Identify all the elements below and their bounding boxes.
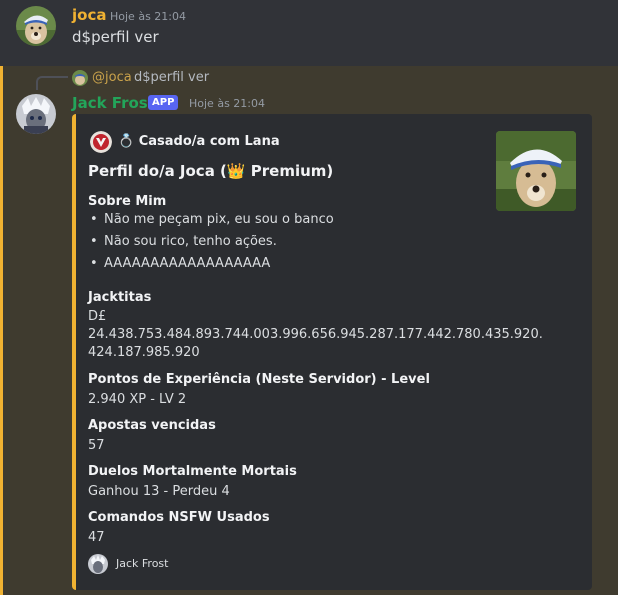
field-value: 424.187.985.920 [88,345,200,360]
reply-text[interactable]: d$perfil ver [134,70,209,85]
field-name: Apostas vencidas [88,418,216,433]
embed-title: Perfil do/a Joca (👑 Premium) [88,162,334,180]
embed-author: 💍 Casado/a com Lana [118,134,280,149]
footer-avatar-icon [88,554,108,574]
field-value: D£ [88,309,107,324]
field-name: Pontos de Experiência (Neste Servidor) -… [88,372,430,387]
field-value: Ganhou 13 - Perdeu 4 [88,484,230,499]
field-name: Jacktitas [88,290,152,305]
reply-mention[interactable]: @joca [92,70,132,85]
field-name: Duelos Mortalmente Mortais [88,464,297,479]
timestamp: Hoje às 21:04 [110,10,186,23]
list-item: AAAAAAAAAAAAAAAAAA [88,256,334,278]
bot-author-name[interactable]: Jack Frost [72,94,155,112]
field-name: Comandos NSFW Usados [88,510,270,525]
author-name[interactable]: joca [72,6,106,24]
about-title: Sobre Mim [88,194,167,209]
field-value: 2.940 XP - LV 2 [88,392,187,407]
profile-thumbnail[interactable] [496,131,576,211]
field-value: 47 [88,530,105,545]
dog-avatar-icon[interactable] [16,6,56,46]
reply-connector [36,76,68,90]
embed-footer: Jack Frost [116,557,169,570]
message-text: d$perfil ver [72,28,159,46]
field-value: 57 [88,438,105,453]
mention-highlight-bar [0,66,3,595]
app-badge: APP [148,95,179,110]
timestamp: Hoje às 21:04 [189,97,265,110]
list-item: Não me peçam pix, eu sou o banco [88,212,334,234]
message-joca: joca Hoje às 21:04 d$perfil ver [0,0,618,62]
list-item: Não sou rico, tenho ações. [88,234,334,256]
reply-avatar-icon[interactable] [72,70,88,86]
profile-embed: 💍 Casado/a com Lana Perfil do/a Joca (👑 … [72,114,592,590]
bot-logo-icon [90,131,112,153]
message-jack-frost: @joca d$perfil ver Jack Frost APP Hoje à… [0,66,618,595]
bot-avatar-icon[interactable] [16,94,56,134]
field-value: 24.438.753.484.893.744.003.996.656.945.2… [88,327,543,342]
about-list: Não me peçam pix, eu sou o banco Não sou… [88,212,334,278]
